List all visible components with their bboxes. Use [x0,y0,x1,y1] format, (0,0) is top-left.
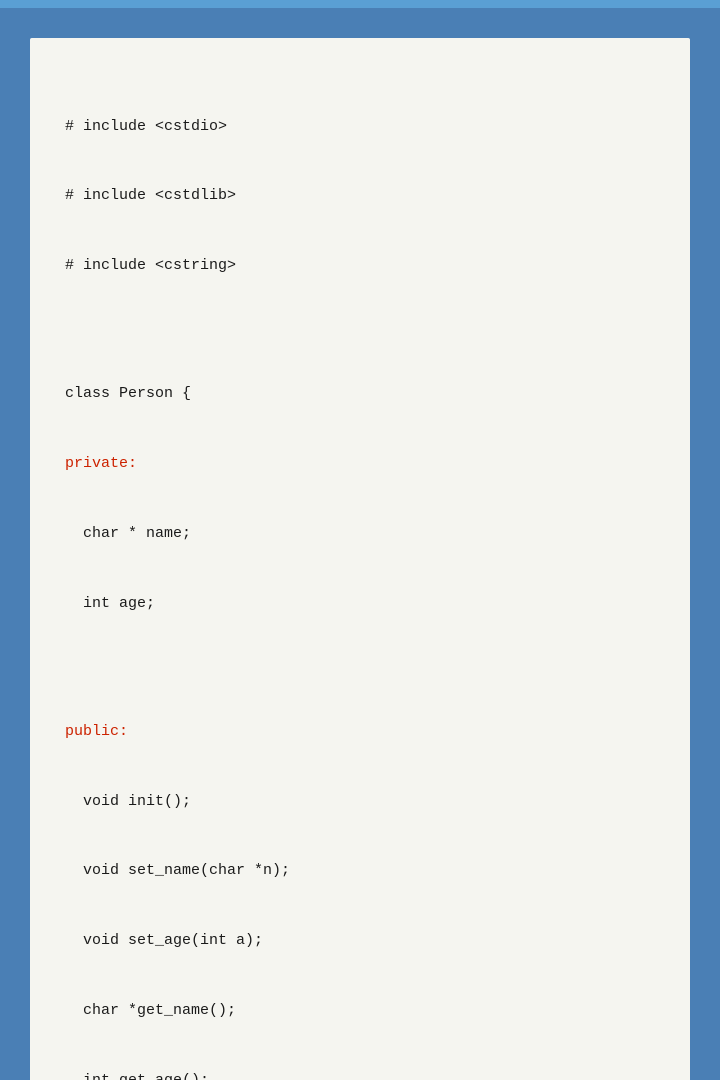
public-member-2: void set_name(char *n); [65,859,655,882]
private-member-2: int age; [65,592,655,615]
public-member-1: void init(); [65,790,655,813]
top-bar [0,0,720,8]
public-label-line: public: [65,720,655,743]
include-line-3: # include <cstring> [65,254,655,277]
public-member-5: int get_age(); [65,1069,655,1080]
include-line-2: # include <cstdlib> [65,184,655,207]
include-line-1: # include <cstdio> [65,115,655,138]
public-member-4: char *get_name(); [65,999,655,1022]
content-area: # include <cstdio> # include <cstdlib> #… [30,38,690,1080]
public-member-3: void set_age(int a); [65,929,655,952]
private-member-1: char * name; [65,522,655,545]
private-label-line: private: [65,452,655,475]
class-open-line: class Person { [65,382,655,405]
code-block: # include <cstdio> # include <cstdlib> #… [65,68,655,1080]
